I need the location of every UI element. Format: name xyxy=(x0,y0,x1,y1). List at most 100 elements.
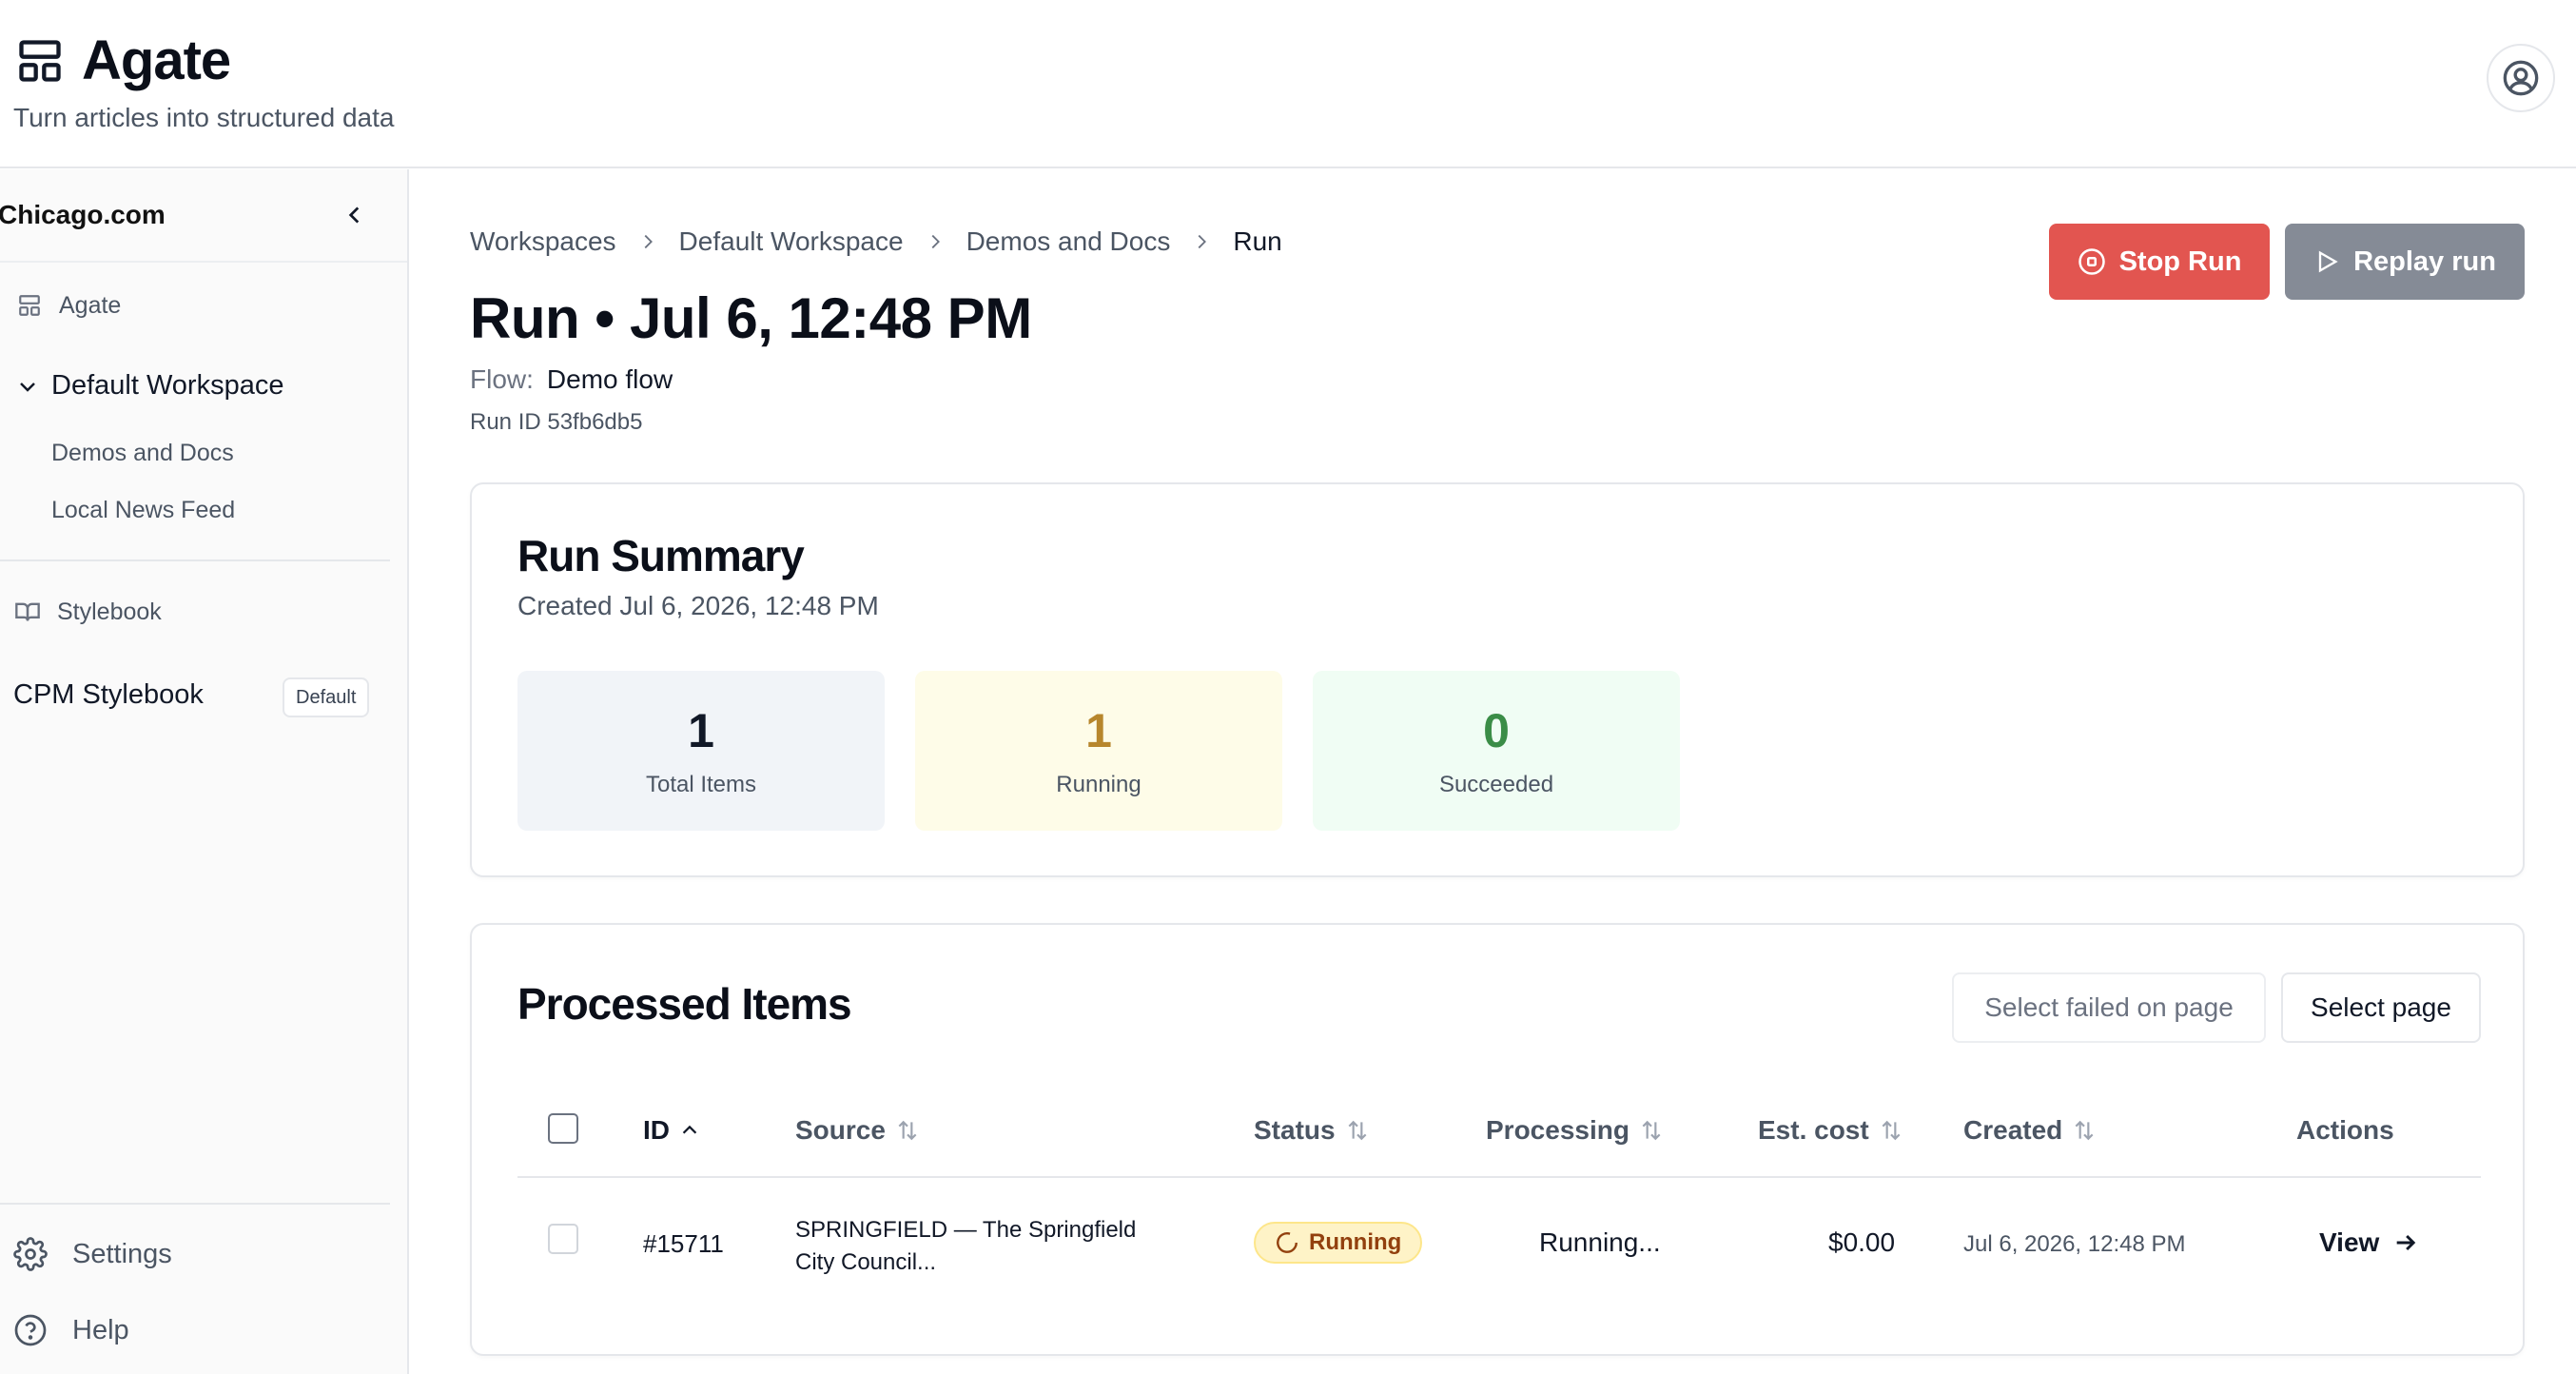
sort-icon xyxy=(1348,1120,1367,1141)
stat-label: Running xyxy=(1056,772,1142,797)
column-header-actions: Actions xyxy=(2296,1115,2394,1146)
chevron-up-icon xyxy=(682,1125,697,1134)
layout-icon xyxy=(15,291,44,320)
flow-name: Demo flow xyxy=(546,364,673,394)
chevron-down-icon xyxy=(15,372,40,401)
chevron-right-icon xyxy=(925,231,946,252)
app-title: Agate xyxy=(82,29,231,91)
divider xyxy=(0,1203,390,1205)
column-label: ID xyxy=(643,1115,670,1145)
stop-run-label: Stop Run xyxy=(2118,245,2242,277)
column-label: Actions xyxy=(2296,1115,2394,1145)
stat-running: 1 Running xyxy=(915,671,1282,831)
divider xyxy=(0,559,390,561)
user-circle-icon xyxy=(2503,60,2539,96)
breadcrumb-workspaces[interactable]: Workspaces xyxy=(470,226,616,257)
item-est-cost: $0.00 xyxy=(1828,1227,1896,1257)
logo[interactable]: Agate xyxy=(15,29,231,92)
select-failed-button[interactable]: Select failed on page xyxy=(1952,972,2266,1043)
sidebar-item-help[interactable]: Help xyxy=(13,1313,129,1347)
column-header-status[interactable]: Status xyxy=(1254,1115,1370,1146)
column-header-processing[interactable]: Processing xyxy=(1486,1115,1664,1146)
status-badge: Running xyxy=(1254,1222,1423,1264)
page-title: Run • Jul 6, 12:48 PM xyxy=(470,286,1032,350)
stat-succeeded: 0 Succeeded xyxy=(1313,671,1680,831)
org-switcher: Chicago.com xyxy=(0,169,407,263)
sidebar-item-demos-and-docs[interactable]: Demos and Docs xyxy=(51,440,234,467)
sidebar-item-local-news-feed[interactable]: Local News Feed xyxy=(51,497,235,524)
column-label: Est. cost xyxy=(1758,1115,1869,1145)
play-icon xyxy=(2318,250,2338,273)
select-page-button[interactable]: Select page xyxy=(2281,972,2481,1043)
stop-run-button[interactable]: Stop Run xyxy=(2049,224,2270,300)
breadcrumb-demos-and-docs[interactable]: Demos and Docs xyxy=(966,226,1171,257)
summary-created: Created Jul 6, 2026, 12:48 PM xyxy=(517,591,879,620)
items-title: Processed Items xyxy=(517,979,852,1029)
sort-icon xyxy=(1642,1120,1661,1141)
column-header-id[interactable]: ID xyxy=(643,1115,700,1146)
layout-icon xyxy=(19,39,61,82)
chevron-right-icon xyxy=(637,231,658,252)
breadcrumb: Workspaces Default Workspace Demos and D… xyxy=(470,226,1282,257)
sidebar-item-label: Help xyxy=(72,1314,129,1345)
chevron-left-icon xyxy=(348,206,360,224)
sidebar-item-default-workspace[interactable]: Default Workspace xyxy=(15,370,283,402)
item-source-line: SPRINGFIELD — The Springfield xyxy=(795,1217,1137,1243)
book-open-icon xyxy=(13,598,42,626)
chevron-right-icon xyxy=(1191,231,1212,252)
gear-icon xyxy=(13,1237,48,1271)
replay-run-button[interactable]: Replay run xyxy=(2285,224,2525,300)
stat-value: 1 xyxy=(1085,704,1112,757)
sidebar-item-label: Default Workspace xyxy=(51,370,284,401)
column-header-created[interactable]: Created xyxy=(1963,1115,2097,1146)
stat-label: Total Items xyxy=(645,772,757,797)
run-id: Run ID 53fb6db5 xyxy=(470,409,643,435)
sidebar-item-agate[interactable]: Agate xyxy=(15,291,121,320)
select-all-checkbox[interactable] xyxy=(548,1113,578,1144)
view-label: View xyxy=(2319,1227,2380,1257)
app-subtitle: Turn articles into structured data xyxy=(13,103,395,132)
user-menu-button[interactable] xyxy=(2487,44,2555,112)
sort-icon xyxy=(898,1120,917,1141)
item-created: Jul 6, 2026, 12:48 PM xyxy=(1963,1231,2186,1257)
sidebar-item-stylebook[interactable]: Stylebook xyxy=(13,598,162,626)
sidebar-item-settings[interactable]: Settings xyxy=(13,1237,172,1271)
row-checkbox[interactable] xyxy=(548,1224,578,1254)
sidebar-item-label: Agate xyxy=(59,291,122,319)
sidebar: Chicago.com Agate Default Workspace Demo… xyxy=(0,169,409,1374)
processed-items-card: Processed Items Select failed on page Se… xyxy=(470,923,2525,1356)
item-processing: Running... xyxy=(1539,1227,1661,1257)
status-label: Running xyxy=(1309,1229,1402,1255)
default-badge: Default xyxy=(283,677,370,717)
app-header: Agate Turn articles into structured data xyxy=(0,0,2576,168)
org-name: Chicago.com xyxy=(0,200,166,229)
replay-run-label: Replay run xyxy=(2353,245,2496,277)
stat-label: Succeeded xyxy=(1438,772,1554,797)
item-source: SPRINGFIELD — The Springfield City Counc… xyxy=(795,1214,1136,1279)
column-label: Status xyxy=(1254,1115,1336,1145)
column-label: Processing xyxy=(1486,1115,1630,1145)
flow-label: Flow: xyxy=(470,364,534,394)
column-header-est-cost[interactable]: Est. cost xyxy=(1758,1115,1903,1146)
sort-icon xyxy=(1882,1120,1901,1141)
collapse-sidebar-button[interactable] xyxy=(341,201,369,229)
sort-icon xyxy=(2075,1120,2094,1141)
stat-total-items: 1 Total Items xyxy=(517,671,885,831)
view-item-link[interactable]: View xyxy=(2319,1227,2419,1258)
breadcrumb-current: Run xyxy=(1233,226,1282,256)
stat-value: 1 xyxy=(688,704,714,757)
column-header-source[interactable]: Source xyxy=(795,1115,920,1146)
arrow-right-icon xyxy=(2396,1234,2416,1251)
sidebar-item-cpm-stylebook[interactable]: CPM Stylebook xyxy=(13,679,204,711)
stat-value: 0 xyxy=(1483,704,1510,757)
help-circle-icon xyxy=(13,1313,48,1347)
run-summary-card: Run Summary Created Jul 6, 2026, 12:48 P… xyxy=(470,482,2525,877)
flow-info: Flow: Demo flow xyxy=(470,364,673,395)
column-label: Created xyxy=(1963,1115,2063,1145)
table-divider xyxy=(517,1176,2481,1178)
breadcrumb-default-workspace[interactable]: Default Workspace xyxy=(679,226,904,257)
column-label: Source xyxy=(795,1115,886,1145)
item-id: #15711 xyxy=(643,1229,724,1258)
summary-title: Run Summary xyxy=(517,531,805,580)
stop-circle-icon xyxy=(2078,248,2105,275)
